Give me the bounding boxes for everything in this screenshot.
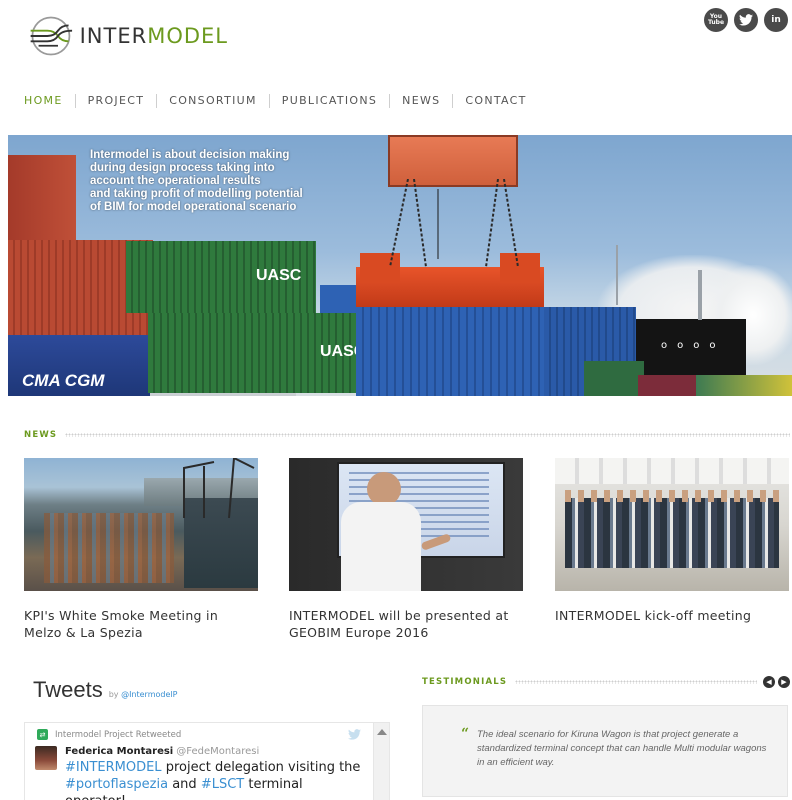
tweet-text: #INTERMODEL project delegation visiting … [65, 760, 361, 800]
hashtag-link[interactable]: #LSCT [201, 777, 244, 792]
news-card[interactable]: INTERMODEL kick-off meeting [555, 458, 789, 624]
tweets-handle-link[interactable]: @IntermodelP [121, 690, 177, 699]
social-links: You Tube in [704, 8, 788, 32]
next-arrow-icon[interactable]: ▶ [778, 676, 790, 688]
site-logo[interactable]: INTERMODEL [28, 10, 228, 62]
tweets-title: Tweets [33, 677, 103, 702]
youtube-icon[interactable]: You Tube [704, 8, 728, 32]
avatar[interactable] [35, 746, 57, 770]
testimonial-quote: The ideal scenario for Kiruna Wagon is t… [477, 729, 767, 768]
twitter-timeline: Tweets by @IntermodelP ⇄ Intermodel Proj… [24, 677, 390, 800]
news-card[interactable]: INTERMODEL will be presented at GEOBIM E… [289, 458, 523, 641]
hero-banner: CMA CGM UASC UASC oooo Intermodel is abo… [8, 135, 792, 396]
nav-home[interactable]: HOME [24, 94, 75, 108]
tweet-item[interactable]: ⇄ Intermodel Project Retweeted Federica … [24, 722, 390, 800]
tweets-scrollbar[interactable] [373, 723, 389, 800]
logo-mark-icon [30, 16, 73, 56]
linkedin-icon[interactable]: in [764, 8, 788, 32]
news-heading-label: NEWS [24, 430, 58, 440]
main-nav: HOME PROJECT CONSORTIUM PUBLICATIONS NEW… [24, 94, 539, 108]
testimonial-card: “ The ideal scenario for Kiruna Wagon is… [422, 705, 788, 797]
hashtag-link[interactable]: #portoflaspezia [65, 777, 168, 792]
retweet-icon: ⇄ [37, 729, 48, 740]
scroll-up-icon[interactable] [377, 729, 387, 735]
news-title[interactable]: INTERMODEL will be presented at GEOBIM E… [289, 607, 523, 641]
brand-name: INTERMODEL [79, 24, 228, 48]
tweets-header: Tweets by @IntermodelP [24, 677, 390, 722]
nav-publications[interactable]: PUBLICATIONS [268, 94, 389, 108]
news-thumbnail[interactable] [289, 458, 523, 591]
tweet-author[interactable]: Federica Montaresi @FedeMontaresi [65, 746, 361, 757]
hashtag-link[interactable]: #INTERMODEL [65, 760, 162, 775]
news-title[interactable]: KPI's White Smoke Meeting in Melzo & La … [24, 607, 258, 641]
retweet-line: ⇄ Intermodel Project Retweeted [35, 729, 361, 740]
testimonials-heading: TESTIMONIALS ◀ ▶ [422, 676, 790, 688]
news-thumbnail[interactable] [555, 458, 789, 591]
tweets-by: by @IntermodelP [108, 690, 178, 699]
nav-consortium[interactable]: CONSORTIUM [156, 94, 269, 108]
news-thumbnail[interactable] [24, 458, 258, 591]
divider [65, 433, 790, 437]
hero-text: Intermodel is about decision making duri… [90, 149, 303, 213]
prev-arrow-icon[interactable]: ◀ [763, 676, 775, 688]
nav-news[interactable]: NEWS [389, 94, 452, 108]
testimonials-heading-label: TESTIMONIALS [422, 677, 508, 687]
twitter-icon[interactable] [734, 8, 758, 32]
twitter-bird-icon[interactable] [348, 729, 361, 744]
news-section-heading: NEWS [24, 430, 790, 440]
nav-project[interactable]: PROJECT [74, 94, 157, 108]
news-title[interactable]: INTERMODEL kick-off meeting [555, 607, 789, 624]
cma-cgm-label: CMA CGM [22, 371, 105, 390]
nav-contact[interactable]: CONTACT [452, 94, 538, 108]
news-card[interactable]: KPI's White Smoke Meeting in Melzo & La … [24, 458, 258, 641]
quote-icon: “ [461, 726, 470, 742]
divider [515, 680, 757, 684]
